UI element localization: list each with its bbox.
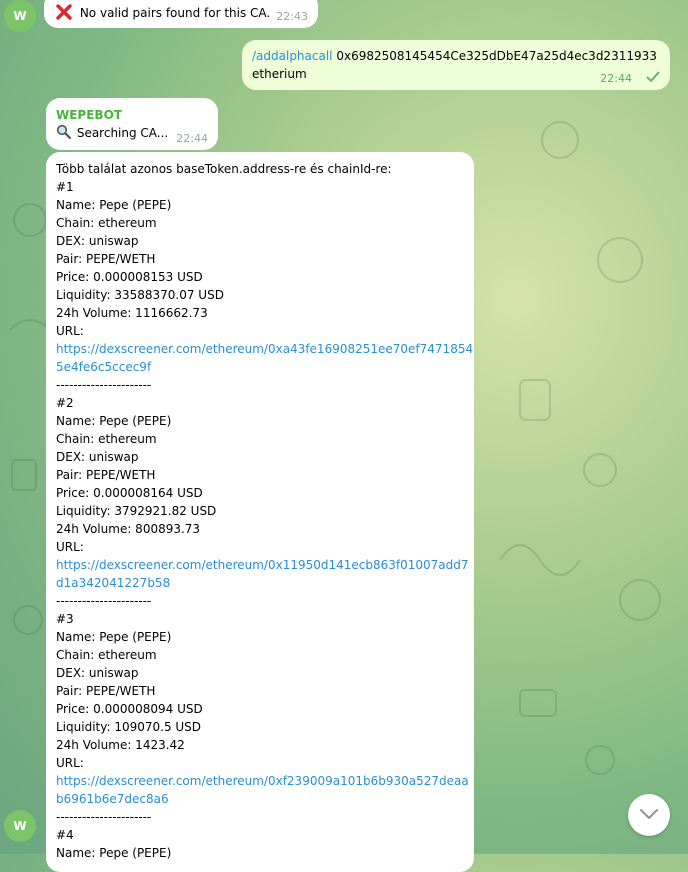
entry-name: Name: Pepe (PEPE)	[56, 198, 172, 212]
magnifier-icon	[56, 124, 72, 144]
message-text: Searching CA...	[76, 126, 169, 140]
entry-chain: Chain: ethereum	[56, 216, 157, 230]
entry-price: Price: 0.000008094 USD	[56, 702, 203, 716]
result-entry: #2 Name: Pepe (PEPE) Chain: ethereum DEX…	[56, 394, 469, 610]
separator: ----------------------	[56, 810, 152, 824]
entry-liquidity: Liquidity: 3792921.82 USD	[56, 504, 217, 518]
entry-url-link[interactable]: https://dexscreener.com/ethereum/0xf2390…	[56, 772, 469, 808]
message-time: 22:44	[176, 132, 208, 145]
sender-name[interactable]: WEPEBOT	[56, 106, 208, 124]
result-entry: #1 Name: Pepe (PEPE) Chain: ethereum DEX…	[56, 178, 473, 394]
entry-url-label: URL:	[56, 324, 84, 338]
network-text: etherium	[252, 67, 307, 81]
entry-url-link[interactable]: https://dexscreener.com/ethereum/0x11950…	[56, 556, 469, 592]
entry-price: Price: 0.000008153 USD	[56, 270, 203, 284]
entry-price: Price: 0.000008164 USD	[56, 486, 203, 500]
separator: ----------------------	[56, 594, 152, 608]
entry-dex: DEX: uniswap	[56, 666, 139, 680]
message-command[interactable]: /addalphacall 0x6982508145454Ce325dDbE47…	[242, 40, 670, 90]
message-results[interactable]: Több találat azonos baseToken.address-re…	[46, 152, 474, 872]
entry-number: #1	[56, 180, 74, 194]
red-cross-icon	[56, 4, 72, 25]
chevron-down-icon	[639, 808, 659, 823]
entry-pair: Pair: PEPE/WETH	[56, 684, 156, 698]
url-line[interactable]: https://dexscreener.com/ethereum/0x11950…	[56, 556, 469, 574]
url-line[interactable]: https://dexscreener.com/ethereum/0xa43fe…	[56, 340, 473, 358]
entry-number: #2	[56, 396, 74, 410]
entry-volume: 24h Volume: 1423.42	[56, 738, 185, 752]
entry-dex: DEX: uniswap	[56, 234, 139, 248]
message-text: No valid pairs found for this CA.	[79, 6, 271, 20]
url-line[interactable]: https://dexscreener.com/ethereum/0xf2390…	[56, 772, 469, 790]
entry-url-link[interactable]: https://dexscreener.com/ethereum/0xa43fe…	[56, 340, 473, 376]
message-searching[interactable]: WEPEBOT Searching CA... 22:44	[46, 98, 218, 150]
url-line[interactable]: 5e4fe6c5ccec9f	[56, 358, 464, 376]
result-entry: #4 Name: Pepe (PEPE)	[56, 826, 464, 862]
entry-url-label: URL:	[56, 540, 84, 554]
entry-name: Name: Pepe (PEPE)	[56, 414, 172, 428]
entry-chain: Chain: ethereum	[56, 648, 157, 662]
entry-liquidity: Liquidity: 33588370.07 USD	[56, 288, 224, 302]
separator: ----------------------	[56, 378, 152, 392]
entry-url-label: URL:	[56, 756, 84, 770]
result-entry: #3 Name: Pepe (PEPE) Chain: ethereum DEX…	[56, 610, 469, 826]
entry-name: Name: Pepe (PEPE)	[56, 846, 172, 860]
entry-volume: 24h Volume: 800893.73	[56, 522, 201, 536]
entry-pair: Pair: PEPE/WETH	[56, 468, 156, 482]
scroll-down-button[interactable]	[628, 794, 670, 836]
avatar[interactable]: W	[4, 0, 36, 32]
entry-chain: Chain: ethereum	[56, 432, 157, 446]
entry-dex: DEX: uniswap	[56, 450, 139, 464]
entry-name: Name: Pepe (PEPE)	[56, 630, 172, 644]
message-time: 22:44	[600, 72, 632, 85]
avatar[interactable]: W	[4, 810, 36, 842]
url-line[interactable]: b6961b6e7dec8a6	[56, 790, 464, 808]
contract-address: 0x6982508145454Ce325dDbE47a25d4ec3d23119…	[336, 49, 657, 63]
entry-number: #3	[56, 612, 74, 626]
read-check-icon	[646, 70, 660, 88]
message-time: 22:43	[276, 10, 308, 23]
entry-liquidity: Liquidity: 109070.5 USD	[56, 720, 202, 734]
url-line[interactable]: d1a342041227b58	[56, 574, 464, 592]
message-no-pairs[interactable]: No valid pairs found for this CA. 22:43	[44, 0, 318, 28]
entry-number: #4	[56, 828, 74, 842]
results-header: Több találat azonos baseToken.address-re…	[56, 162, 392, 176]
entry-pair: Pair: PEPE/WETH	[56, 252, 156, 266]
command-link[interactable]: /addalphacall	[252, 49, 333, 63]
entry-volume: 24h Volume: 1116662.73	[56, 306, 208, 320]
